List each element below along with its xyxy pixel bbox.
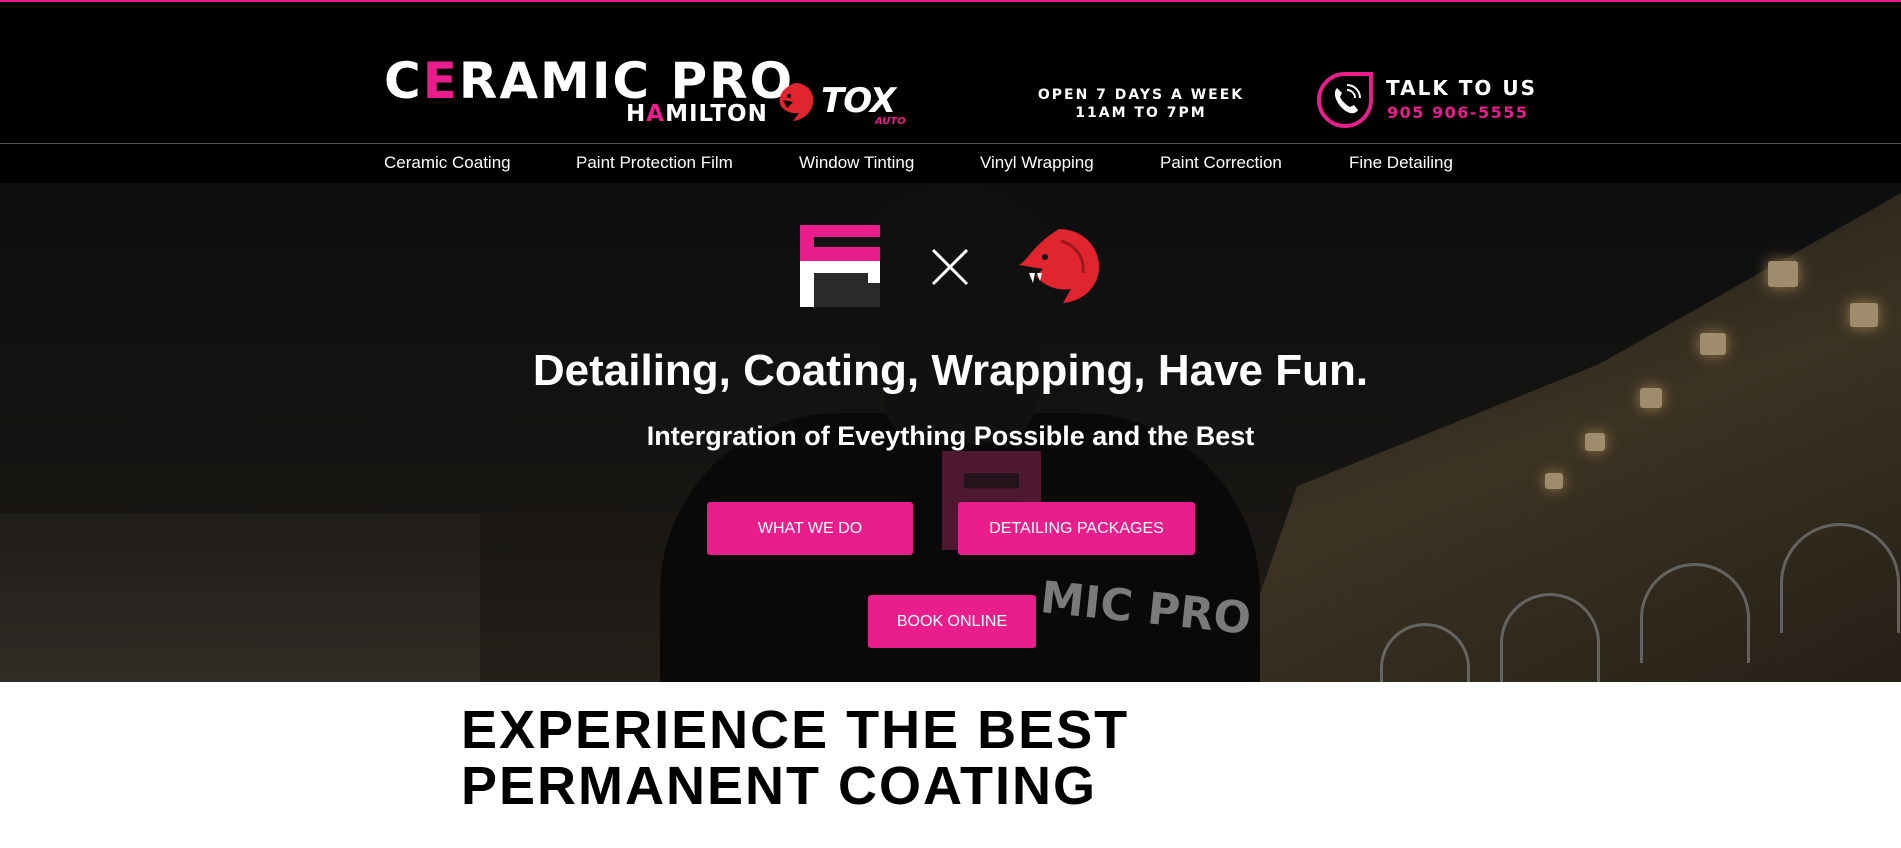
main-navigation: Ceramic Coating Paint Protection Film Wi… (0, 143, 1901, 183)
opening-hours: OPEN 7 DAYS A WEEK 11AM TO 7PM (1030, 86, 1252, 122)
section-headline: EXPERIENCE THE BEST PERMANENT COATING (461, 702, 1129, 814)
nav-item-fine-detailing[interactable]: Fine Detailing (1349, 153, 1453, 173)
brand-logo-main[interactable]: CERAMIC PRO (384, 56, 794, 106)
brand-location-accent-letter: A (646, 101, 666, 127)
nav-item-ceramic-coating[interactable]: Ceramic Coating (384, 153, 511, 173)
tox-logo-text: TOX (821, 81, 896, 121)
contact-label: TALK TO US (1386, 76, 1538, 100)
hours-days: OPEN 7 DAYS A WEEK (1037, 87, 1245, 103)
phone-icon[interactable] (1315, 70, 1375, 130)
hours-time: 11AM TO 7PM (1075, 105, 1207, 121)
contact-phone-link[interactable]: 905 906-5555 (1387, 103, 1529, 122)
what-we-do-button[interactable]: WHAT WE DO (707, 502, 913, 555)
nav-item-window-tinting[interactable]: Window Tinting (799, 153, 914, 173)
book-online-button[interactable]: BOOK ONLINE (868, 595, 1036, 648)
brand-location-letter: H (626, 101, 647, 127)
nav-item-vinyl-wrapping[interactable]: Vinyl Wrapping (980, 153, 1094, 173)
hero-subtitle: Intergration of Eveything Possible and t… (646, 421, 1255, 451)
headline-line: PERMANENT COATING (461, 756, 1097, 816)
brand-logo-location[interactable]: HAMILTON (626, 102, 768, 126)
site-header: CERAMIC PRO HAMILTON TOX AUTO OPEN 7 DAY… (0, 2, 1901, 143)
ceramic-pro-mark-icon (800, 225, 880, 307)
main-content: EXPERIENCE THE BEST PERMANENT COATING (0, 682, 1901, 848)
cobra-icon (779, 83, 814, 121)
partner-logos (800, 225, 1102, 307)
brand-location-rest: MILTON (665, 101, 768, 127)
tox-logo-subtext: AUTO (875, 116, 906, 127)
tox-auto-logo[interactable]: TOX AUTO (773, 80, 923, 127)
close-icon (931, 248, 969, 286)
detailing-packages-button[interactable]: DETAILING PACKAGES (958, 502, 1195, 555)
brand-logo-letter: C (384, 52, 423, 110)
headline-line: EXPERIENCE THE BEST (461, 700, 1130, 760)
hero-title: Detailing, Coating, Wrapping, Have Fun. (532, 346, 1369, 395)
nav-item-paint-correction[interactable]: Paint Correction (1160, 153, 1282, 173)
cobra-logo-icon (1019, 229, 1099, 303)
nav-item-paint-protection-film[interactable]: Paint Protection Film (576, 153, 733, 173)
brand-logo-accent-letter: E (422, 52, 459, 110)
